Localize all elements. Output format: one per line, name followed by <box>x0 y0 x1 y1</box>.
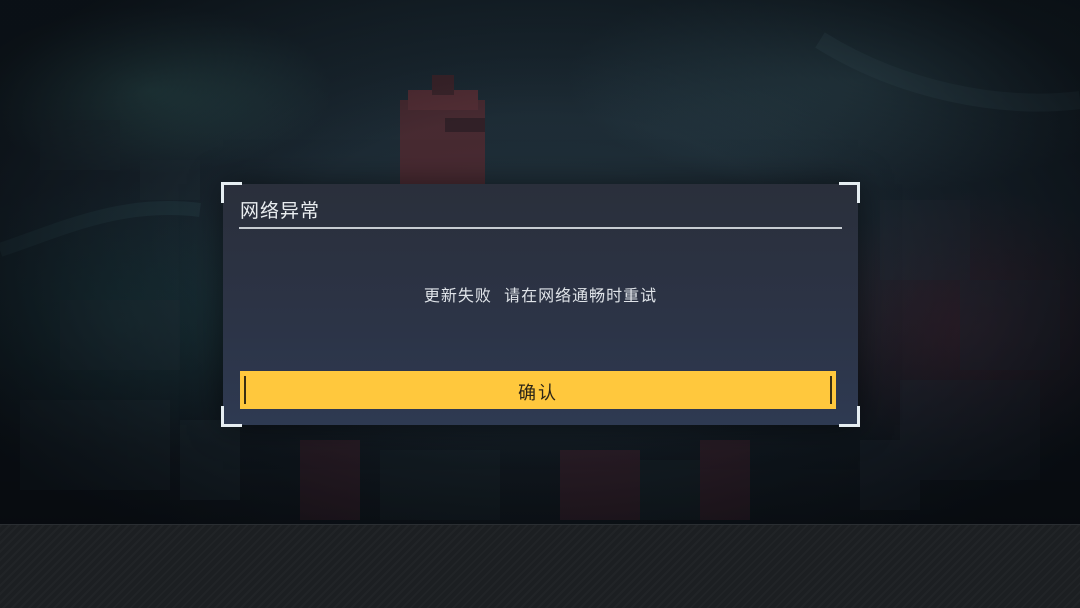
game-screen: 网络异常 更新失败 请在网络通畅时重试 确认 <box>0 0 1080 608</box>
corner-bracket-top-left <box>221 182 242 203</box>
title-divider <box>239 227 842 229</box>
corner-bracket-bottom-left <box>221 406 242 427</box>
dialog-title: 网络异常 <box>240 200 321 222</box>
network-error-dialog: 网络异常 更新失败 请在网络通畅时重试 确认 <box>221 182 860 427</box>
bottom-bar <box>0 524 1080 608</box>
corner-bracket-bottom-right <box>839 406 860 427</box>
confirm-button-label: 确认 <box>518 383 558 404</box>
dialog-message: 更新失败 请在网络通畅时重试 <box>423 286 658 305</box>
corner-bracket-top-right <box>839 182 860 203</box>
confirm-button[interactable]: 确认 <box>240 371 836 409</box>
